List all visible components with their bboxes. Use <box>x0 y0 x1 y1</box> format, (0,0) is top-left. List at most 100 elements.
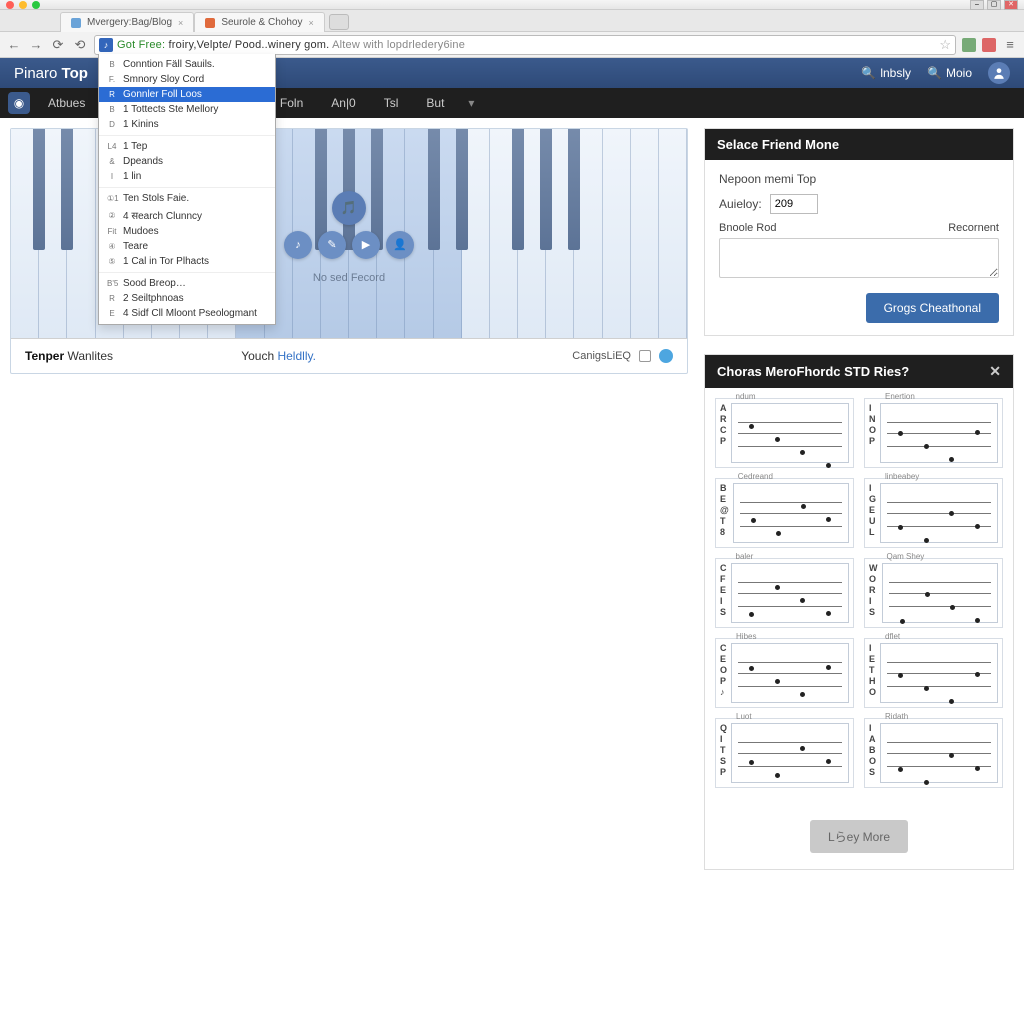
reload-icon[interactable]: ⟳ <box>50 37 66 53</box>
omnibox-suggestion[interactable]: ①1Ten Stols Faie. <box>99 191 275 206</box>
extension-icon[interactable] <box>962 38 976 52</box>
header-search-2[interactable]: 🔍Moio <box>927 66 972 80</box>
omnibox-suggestion[interactable]: B'5Sood Breop… <box>99 276 275 291</box>
suggestion-text: Gonnler Foll Loos <box>123 89 202 100</box>
close-button[interactable]: ✕ <box>1004 0 1018 10</box>
address-bar[interactable]: ♪ Got Free: froiry,Velpte/ Pood..winery … <box>94 35 956 55</box>
site-chip-icon[interactable]: ♪ <box>99 38 113 52</box>
omnibox-suggestion[interactable]: R2 Seiltphnoas <box>99 291 275 306</box>
brand-logo[interactable]: Pinaro Top <box>14 65 88 82</box>
omnibox-suggestion[interactable]: ⑤1 Cal in Tor Plhacts <box>99 254 275 269</box>
browser-tab[interactable]: Seurole & Chohoy × <box>194 12 324 32</box>
avatar[interactable] <box>988 62 1010 84</box>
chord-cell[interactable]: CEOP♪Hibes <box>715 638 854 708</box>
menu-icon[interactable]: ≡ <box>1002 37 1018 53</box>
friend-field-input[interactable] <box>770 194 818 214</box>
nav-item[interactable]: An|0 <box>317 88 369 118</box>
black-key[interactable] <box>61 129 73 250</box>
black-key[interactable] <box>568 129 580 250</box>
omnibox-suggestion[interactable]: I1 lin <box>99 169 275 184</box>
chords-close-icon[interactable]: ✕ <box>989 363 1001 380</box>
chord-letters: WORIS <box>869 563 878 623</box>
white-key[interactable] <box>659 129 687 338</box>
chord-diagram: baler <box>731 563 850 623</box>
friend-textarea[interactable] <box>719 238 999 278</box>
suggestion-icon: R <box>107 294 117 303</box>
traffic-lights <box>6 1 40 9</box>
chord-name: Qam Shey <box>887 552 925 561</box>
footer-left-label: Tenper Wanlites <box>25 349 113 363</box>
suggestion-icon: & <box>107 157 117 166</box>
nav-item[interactable]: Tsl <box>370 88 413 118</box>
chord-cell[interactable]: CFEISbaler <box>715 558 854 628</box>
chord-cell[interactable]: INOPEnertion <box>864 398 1003 468</box>
omnibox-suggestion[interactable]: &Dpeands <box>99 154 275 169</box>
omnibox-suggestion[interactable]: F.Smnory Sloy Cord <box>99 72 275 87</box>
omnibox-suggestion[interactable]: BConntion Fäll Sauils. <box>99 57 275 72</box>
favicon <box>71 18 81 28</box>
suggestion-icon: ⑤ <box>107 257 117 266</box>
new-tab-button[interactable] <box>329 14 349 30</box>
omnibox-dropdown: BConntion Fäll Sauils.F.Smnory Sloy Cord… <box>98 54 276 325</box>
bookmark-star-icon[interactable]: ☆ <box>939 37 951 53</box>
black-key[interactable] <box>428 129 440 250</box>
omnibox-suggestion[interactable]: L41 Tep <box>99 139 275 154</box>
chord-diagram: Qam Shey <box>882 563 999 623</box>
extension-icon[interactable] <box>982 38 996 52</box>
omnibox-suggestion[interactable]: ④Teare <box>99 239 275 254</box>
white-key[interactable] <box>603 129 631 338</box>
chord-cell[interactable]: IGEULlinbeabey <box>864 478 1003 548</box>
chord-cell[interactable]: BE@T8Cedreand <box>715 478 854 548</box>
nav-dropdown-caret-icon[interactable]: ▾ <box>462 96 480 110</box>
piano-tool-icon[interactable]: ♪ <box>284 231 312 259</box>
lock-icon[interactable]: ⟲ <box>72 37 88 53</box>
omnibox-suggestion[interactable]: ②4 सearch Clunncy <box>99 206 275 224</box>
nav-item[interactable]: But <box>412 88 458 118</box>
omnibox-suggestion[interactable]: D1 Kinins <box>99 117 275 132</box>
main-badge-icon[interactable]: 🎵 <box>332 191 366 225</box>
chord-cell[interactable]: IABOSRidath <box>864 718 1003 788</box>
nav-item[interactable]: Atbues <box>34 88 99 118</box>
forward-icon[interactable]: → <box>28 37 44 53</box>
chord-name: Cedreand <box>738 472 773 481</box>
footer-round-button[interactable] <box>659 349 673 363</box>
piano-overlay: 🎵 ♪✎▶👤 No sed Fecord <box>281 188 417 285</box>
friend-col1-label: Bnoole Rod <box>719 222 777 234</box>
piano-tool-icon[interactable]: ▶ <box>352 231 380 259</box>
black-key[interactable] <box>540 129 552 250</box>
piano-tool-icon[interactable]: 👤 <box>386 231 414 259</box>
chord-cell[interactable]: ARCPndum <box>715 398 854 468</box>
back-icon[interactable]: ← <box>6 37 22 53</box>
chord-diagram: Luot <box>731 723 849 783</box>
minimize-dot[interactable] <box>19 1 27 9</box>
suggestion-text: Teare <box>123 241 148 252</box>
white-key[interactable] <box>631 129 659 338</box>
tab-close-icon[interactable]: × <box>308 18 313 28</box>
chord-cell[interactable]: WORIS Qam Shey <box>864 558 1003 628</box>
chord-cell[interactable]: QITSPLuot <box>715 718 854 788</box>
min-button[interactable]: – <box>970 0 984 10</box>
browser-tab[interactable]: Mvergery:Bag/Blog × <box>60 12 194 32</box>
friend-submit-button[interactable]: Grogs Cheathonal <box>866 293 999 323</box>
header-search[interactable]: 🔍lnbsly <box>861 66 911 80</box>
omnibox-suggestion[interactable]: RGonnler Foll Loos <box>99 87 275 102</box>
black-key[interactable] <box>33 129 45 250</box>
zoom-dot[interactable] <box>32 1 40 9</box>
piano-tool-icon[interactable]: ✎ <box>318 231 346 259</box>
footer-right-label: CanigsLiEQ <box>572 350 631 362</box>
footer-checkbox[interactable] <box>639 350 651 362</box>
omnibox-suggestion[interactable]: B1 Tottects Ste Mellory <box>99 102 275 117</box>
chord-diagram: dflet <box>880 643 998 703</box>
friend-panel: Selace Friend Mone Nepoon memi Top Auiel… <box>704 128 1014 336</box>
nav-home-icon[interactable]: ◉ <box>8 92 30 114</box>
load-more-button[interactable]: Lらey More <box>810 820 908 853</box>
omnibox-suggestion[interactable]: FitMudoes <box>99 224 275 239</box>
url-part: froiry,Velpte/ Pood..winery gom. <box>169 39 330 51</box>
tab-close-icon[interactable]: × <box>178 18 183 28</box>
black-key[interactable] <box>512 129 524 250</box>
black-key[interactable] <box>456 129 468 250</box>
chord-cell[interactable]: IETHOdflet <box>864 638 1003 708</box>
max-button[interactable]: ▢ <box>987 0 1001 10</box>
close-dot[interactable] <box>6 1 14 9</box>
omnibox-suggestion[interactable]: E4 Sidf Cll Mloont Pseologmant <box>99 306 275 321</box>
